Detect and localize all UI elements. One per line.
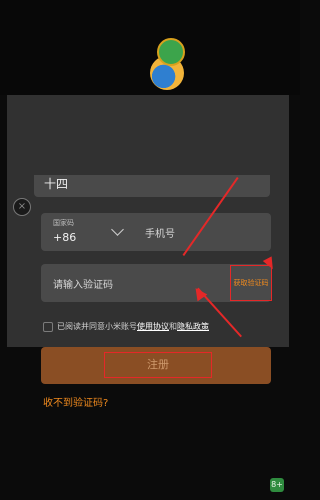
privacy-link[interactable]: 隐私政策 [177,322,209,331]
country-code[interactable]: +86 [53,231,76,244]
get-code-button[interactable]: 获取验证码 [230,265,272,301]
register-button[interactable]: 注册 [41,347,271,384]
phone-input-row[interactable]: 国家码 +86 手机号 [41,213,271,251]
name-field-value: 十四 [44,177,69,191]
badge: 8+ [270,478,284,492]
country-label: 国家码 [53,219,74,227]
phone-placeholder[interactable]: 手机号 [145,225,175,240]
terms-link[interactable]: 使用协议 [137,322,169,331]
agree-checkbox[interactable] [43,322,53,332]
top-background [0,0,300,95]
agree-text: 已阅读并同意小米账号使用协议和隐私政策 [57,322,209,331]
close-icon[interactable]: × [13,198,31,216]
no-code-link[interactable]: 收不到验证码? [43,394,108,409]
login-panel: × 十四 国家码 +86 手机号 请输入验证码 获取验证码 已阅读并同意小米账号… [7,95,289,409]
code-placeholder[interactable]: 请输入验证码 [53,276,113,291]
chevron-down-icon[interactable] [111,223,124,236]
register-label: 注册 [104,352,212,378]
code-input-row[interactable]: 请输入验证码 获取验证码 [41,264,272,302]
rocket-icon [157,38,185,66]
